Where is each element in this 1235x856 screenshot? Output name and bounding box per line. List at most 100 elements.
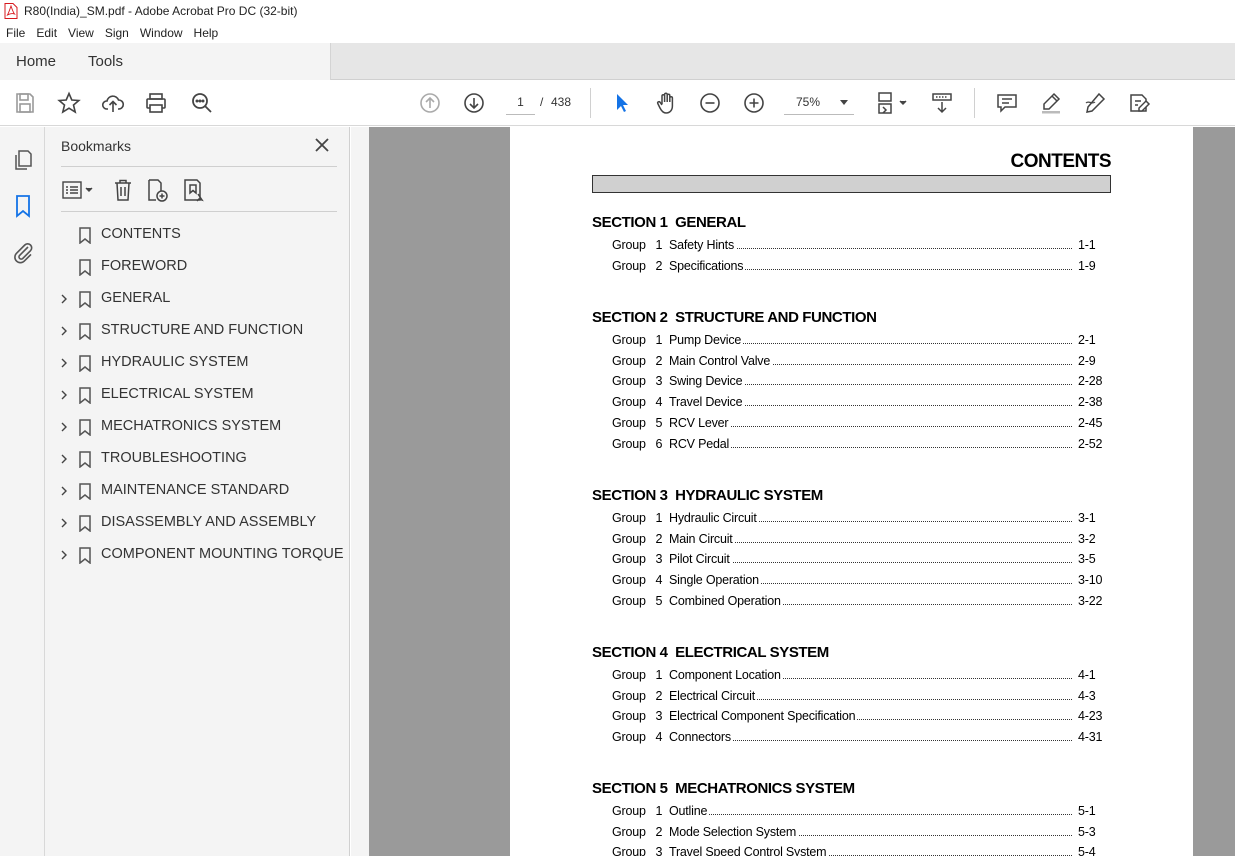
previous-page-button[interactable] — [416, 89, 444, 117]
tab-tools[interactable]: Tools — [88, 43, 123, 80]
bookmark-star-button[interactable] — [55, 89, 83, 117]
share-upload-button[interactable] — [99, 89, 127, 117]
page-thumbnails-icon[interactable] — [10, 147, 36, 173]
bookmark-icon — [79, 259, 91, 276]
toc-entry[interactable]: Group 4 Connectors 4-31 — [612, 730, 1104, 750]
toc-entry[interactable]: Group 4 Travel Device 2-38 — [612, 395, 1104, 415]
page-display-button[interactable] — [872, 89, 910, 117]
toc-entry[interactable]: Group 3 Swing Device 2-28 — [612, 374, 1104, 394]
toc-entry[interactable]: Group 2 Main Control Valve 2-9 — [612, 353, 1104, 374]
bookmark-from-selection-button[interactable] — [179, 177, 207, 203]
find-button[interactable] — [188, 89, 216, 117]
toc-page-number: 2-28 — [1078, 374, 1103, 389]
tab-bar: Home Tools — [0, 43, 1235, 80]
bookmark-item[interactable]: HYDRAULIC SYSTEM — [45, 347, 350, 379]
toc-entry-name: Hydraulic Circuit — [669, 511, 759, 525]
bookmark-item[interactable]: MECHATRONICS SYSTEM — [45, 411, 350, 443]
toc-entry[interactable]: Group 2 Mode Selection System 5-3 — [612, 824, 1104, 845]
toc-entry[interactable]: Group 2 Electrical Circuit 4-3 — [612, 688, 1104, 709]
bookmark-item[interactable]: COMPONENT MOUNTING TORQUE — [45, 539, 350, 571]
zoom-level-dropdown[interactable]: 75% — [784, 91, 854, 115]
scrolling-mode-button[interactable] — [928, 89, 956, 117]
toc-entry[interactable]: Group 5 Combined Operation 3-22 — [612, 593, 1104, 614]
toc-page-number: 4-23 — [1078, 709, 1103, 724]
toc-page-number: 5-1 — [1078, 804, 1096, 818]
menu-sign[interactable]: Sign — [101, 26, 134, 40]
toc-entry[interactable]: Group 2 Main Circuit 3-2 — [612, 531, 1104, 552]
page-fit-icon — [878, 92, 907, 114]
chevron-right-icon[interactable] — [59, 326, 69, 336]
bookmark-panel-icon[interactable] — [10, 193, 36, 219]
bookmark-item[interactable]: TROUBLESHOOTING — [45, 443, 350, 475]
bookmark-item[interactable]: GENERAL — [45, 283, 350, 315]
toc-entry[interactable]: Group 1 Safety Hints 1-1 — [612, 238, 1104, 258]
toc-leader-dots — [672, 425, 1072, 427]
menu-window[interactable]: Window — [136, 26, 188, 40]
chevron-right-icon[interactable] — [59, 486, 69, 496]
menu-file[interactable]: File — [2, 26, 30, 40]
zoom-out-button[interactable] — [696, 89, 724, 117]
toc-entry[interactable]: Group 6 RCV Pedal 2-52 — [612, 436, 1104, 457]
next-page-button[interactable] — [460, 89, 488, 117]
fill-sign-button[interactable] — [1125, 89, 1153, 117]
toc-entry[interactable]: Group 1 Hydraulic Circuit 3-1 — [612, 511, 1104, 531]
toc-entry[interactable]: Group 5 RCV Lever 2-45 — [612, 415, 1104, 436]
toc-page-number: 2-45 — [1078, 415, 1103, 430]
hand-tool-button[interactable] — [652, 89, 680, 117]
menu-view[interactable]: View — [64, 26, 99, 40]
chevron-right-icon[interactable] — [59, 358, 69, 368]
comment-button[interactable] — [993, 89, 1021, 117]
toc-group-number: Group 1 — [612, 804, 663, 818]
draw-button[interactable] — [1081, 89, 1109, 117]
bookmark-icon — [79, 323, 91, 340]
close-icon[interactable] — [313, 136, 331, 154]
toc-entry[interactable]: Group 3 Travel Speed Control System 5-4 — [612, 845, 1104, 856]
new-bookmark-button[interactable] — [143, 177, 171, 203]
chevron-right-icon[interactable] — [59, 390, 69, 400]
bookmark-item[interactable]: ELECTRICAL SYSTEM — [45, 379, 350, 411]
toc-entry[interactable]: Group 1 Component Location 4-1 — [612, 668, 1104, 688]
save-button[interactable] — [11, 89, 39, 117]
toc-group-number: Group 4 — [612, 573, 663, 588]
chevron-right-icon[interactable] — [59, 550, 69, 560]
select-tool-button[interactable] — [608, 89, 636, 117]
attachment-icon[interactable] — [10, 239, 36, 265]
toc-group-number: Group 2 — [612, 258, 663, 273]
bookmark-options-button[interactable] — [59, 177, 97, 203]
print-button[interactable] — [142, 89, 170, 117]
page-number-input[interactable]: 1 — [506, 91, 535, 115]
bookmark-item[interactable]: STRUCTURE AND FUNCTION — [45, 315, 350, 347]
bookmark-icon — [79, 419, 91, 436]
toc-group-number: Group 4 — [612, 395, 663, 410]
bookmark-icon — [79, 291, 91, 308]
highlight-button[interactable] — [1037, 89, 1065, 117]
toc-entry[interactable]: Group 4 Single Operation 3-10 — [612, 573, 1104, 593]
total-pages: 438 — [551, 95, 572, 109]
menu-help[interactable]: Help — [190, 26, 224, 40]
chevron-right-icon[interactable] — [59, 454, 69, 464]
panel-splitter[interactable] — [351, 127, 369, 856]
toc-entry[interactable]: Group 3 Pilot Circuit 3-5 — [612, 552, 1104, 572]
document-title: CONTENTS — [1010, 151, 1112, 172]
delete-bookmark-button[interactable] — [109, 177, 137, 203]
zoom-in-button[interactable] — [740, 89, 768, 117]
tab-home[interactable]: Home — [16, 43, 56, 80]
title-underline-bar — [592, 175, 1111, 193]
toc-entry[interactable]: Group 1 Outline 5-1 — [612, 804, 1104, 824]
bookmark-label: GENERAL — [101, 290, 171, 306]
bookmark-item[interactable]: CONTENTS — [45, 219, 350, 251]
toc-group-number: Group 1 — [612, 238, 663, 252]
bookmark-item[interactable]: DISASSEMBLY AND ASSEMBLY — [45, 507, 350, 539]
menu-edit[interactable]: Edit — [32, 26, 62, 40]
chevron-right-icon[interactable] — [59, 518, 69, 528]
toc-entry[interactable]: Group 2 Specifications 1-9 — [612, 258, 1104, 279]
toc-entry[interactable]: Group 3 Electrical Component Specificatio… — [612, 709, 1104, 729]
document-view[interactable]: CONTENTS SECTION 1 GENERAL Group 1 Safety … — [351, 127, 1235, 856]
bookmark-item[interactable]: FOREWORD — [45, 251, 350, 283]
toc-entry-name: Electrical Circuit — [669, 688, 757, 703]
chevron-right-icon[interactable] — [59, 422, 69, 432]
toc-entry[interactable]: Group 1 Pump Device 2-1 — [612, 333, 1104, 353]
bookmark-item[interactable]: MAINTENANCE STANDARD — [45, 475, 350, 507]
chevron-right-icon[interactable] — [59, 294, 69, 304]
toc-page-number: 2-9 — [1078, 353, 1096, 368]
